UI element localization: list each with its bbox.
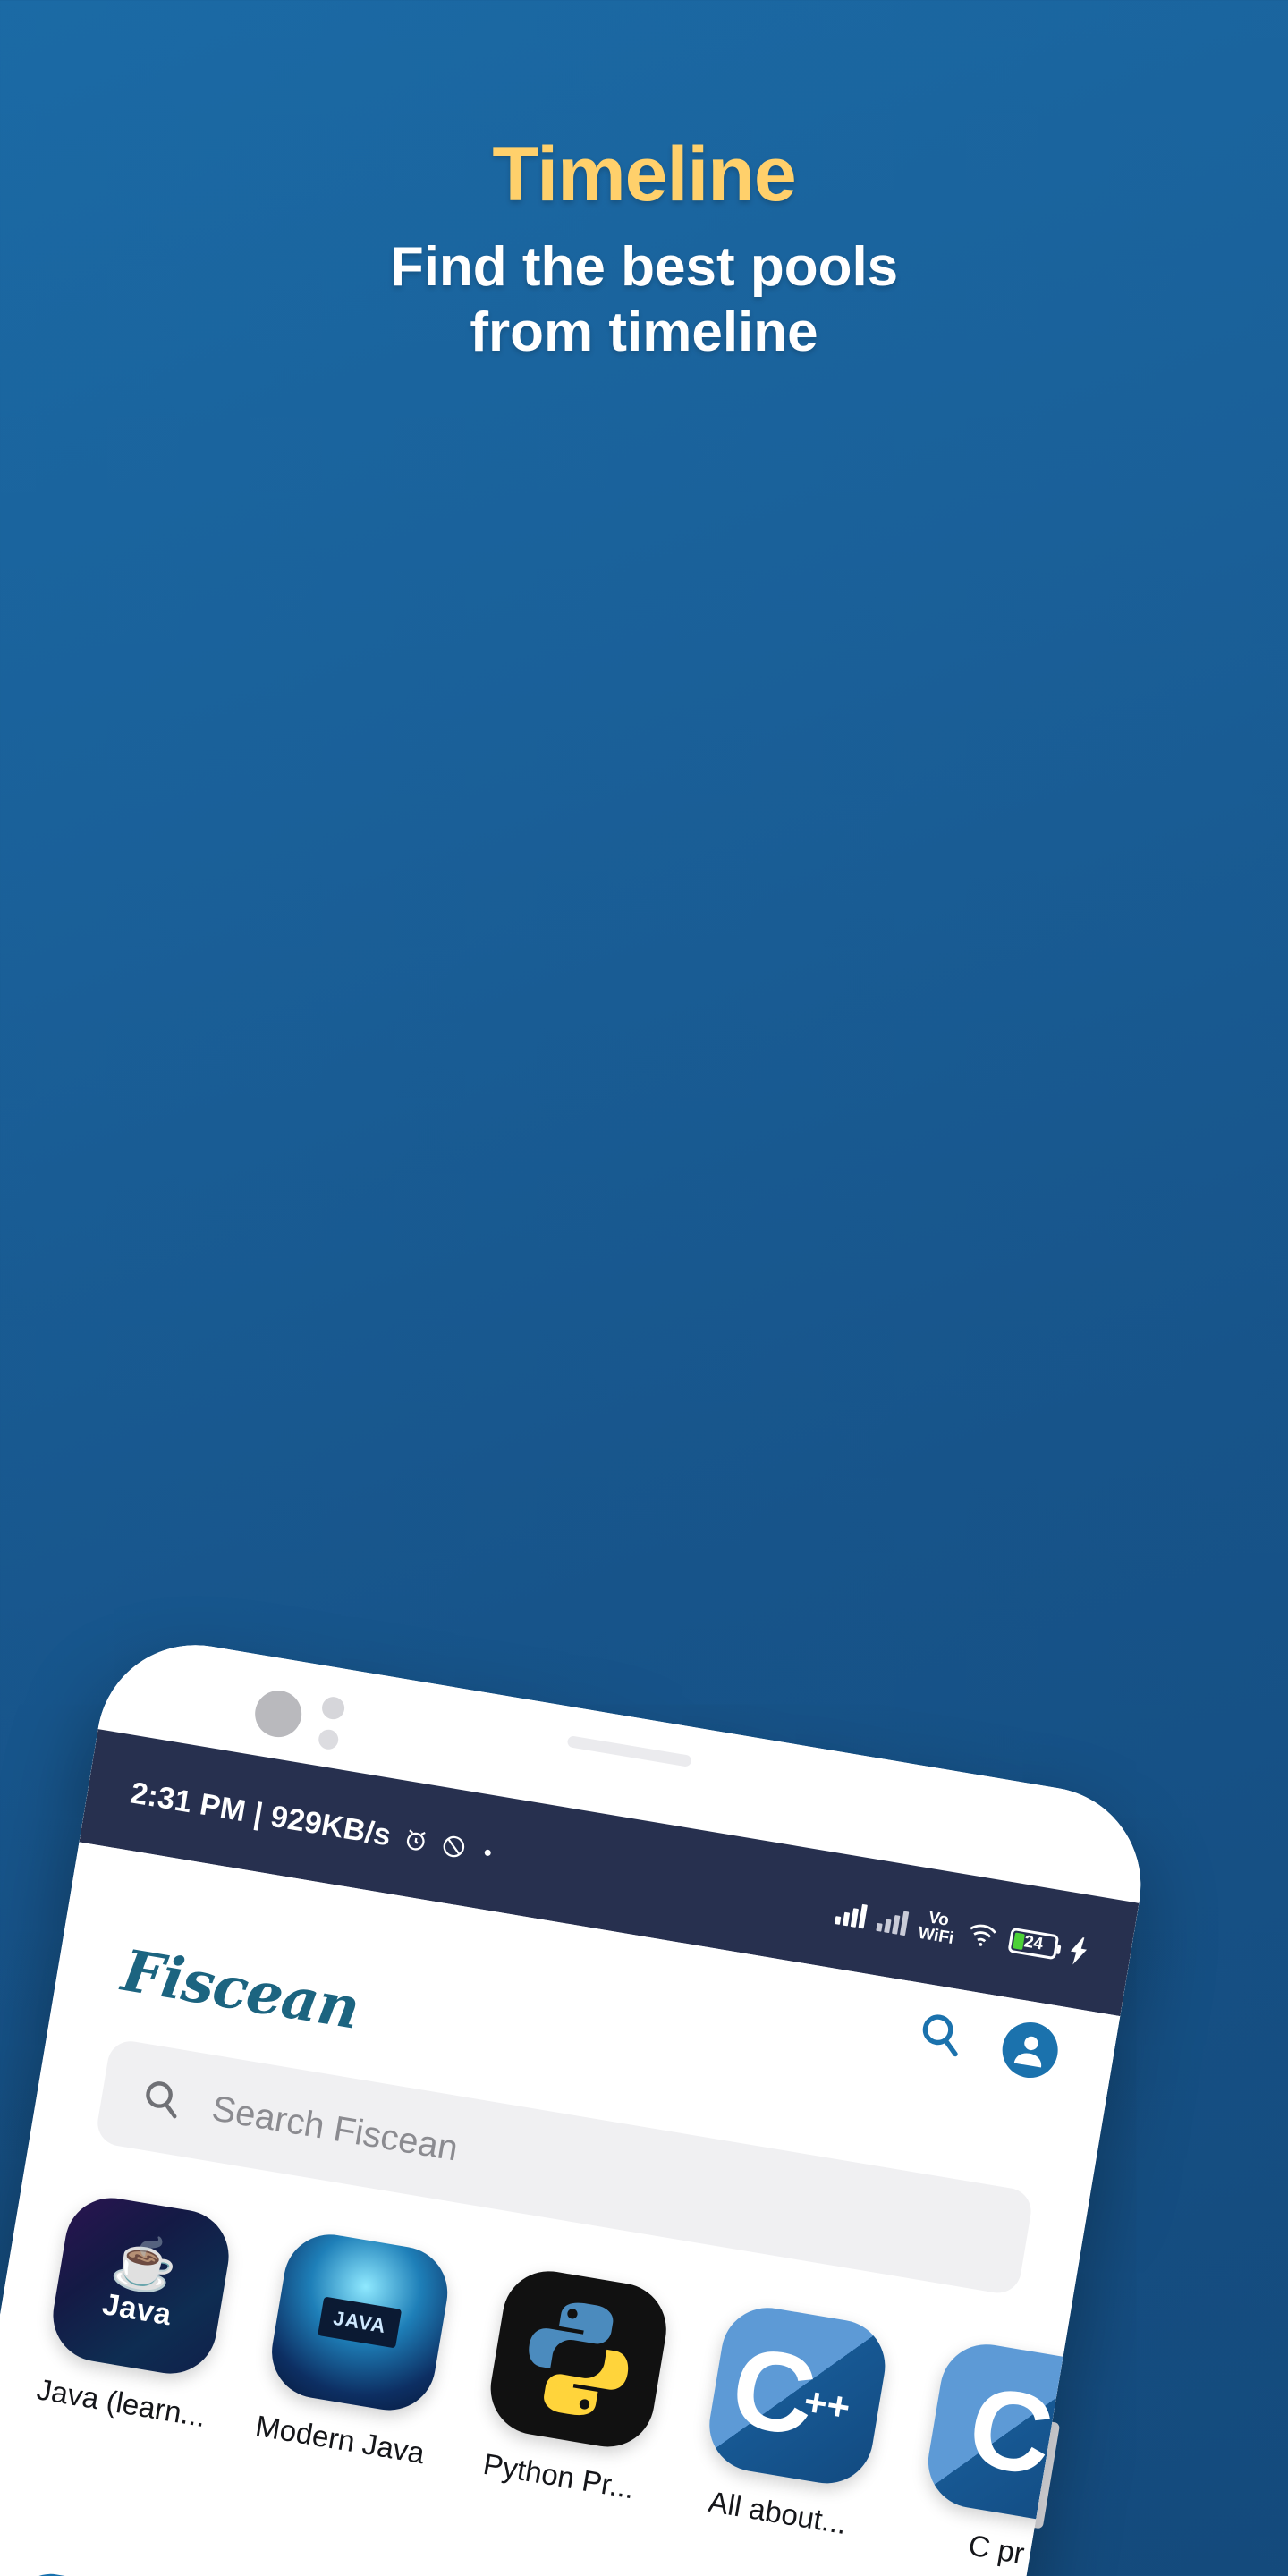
category-label: C pr <box>966 2528 1027 2571</box>
search-icon <box>136 2072 186 2126</box>
status-bar-left: 2:31 PM | 929KB/s <box>128 1775 493 1870</box>
do-not-disturb-icon <box>438 1831 470 1862</box>
signal-bars-icon <box>876 1904 910 1936</box>
search-icon[interactable] <box>912 2005 969 2065</box>
cplusplus-logo-icon: C ++ <box>702 2301 893 2491</box>
java-chip-glyph: JAVA <box>318 2296 402 2349</box>
java-logo-icon: ☕ Java <box>46 2190 236 2381</box>
battery-percent: 24 <box>1022 1932 1045 1954</box>
status-time: 2:31 PM | 929KB/s <box>128 1775 394 1852</box>
category-item-modern-java[interactable]: JAVA Modern Java <box>245 2226 464 2472</box>
status-bar-right: Vo WiFi 24 <box>834 1894 1091 1970</box>
category-label: Modern Java <box>253 2409 428 2470</box>
promo-subtitle-line1: Find the best pools <box>389 236 899 299</box>
promo-subtitle: Find the best pools from timeline <box>54 234 1234 365</box>
earpiece-speaker <box>566 1735 692 1767</box>
java-cup-glyph: ☕ <box>107 2230 182 2299</box>
battery-icon: 24 <box>1007 1927 1060 1961</box>
plus-plus-glyph: ++ <box>801 2379 853 2430</box>
java-circuit-icon: JAVA <box>265 2227 455 2418</box>
search-placeholder: Search Fiscean <box>208 2088 462 2169</box>
category-item-cpp[interactable]: C ++ All about... <box>683 2299 902 2545</box>
phone-body: 2:31 PM | 929KB/s Vo WiFi 24 Fiscean Sea… <box>0 1630 1156 2576</box>
phone-mockup: 2:31 PM | 929KB/s Vo WiFi 24 Fiscean Sea… <box>0 1630 1156 2576</box>
signal-bars-icon <box>834 1897 869 1929</box>
promo-header: Timeline Find the best pools from timeli… <box>0 134 1288 366</box>
alarm-icon <box>400 1825 431 1856</box>
front-camera-icon <box>251 1687 306 1741</box>
category-label: Java (learn... <box>34 2372 208 2434</box>
category-item-c[interactable]: C C pr <box>902 2335 1121 2576</box>
sensor-icon <box>317 1728 340 1751</box>
c-logo-icon: C <box>921 2337 1111 2528</box>
wifi-icon <box>965 1920 999 1950</box>
charging-bolt-icon <box>1067 1936 1091 1967</box>
category-label: All about... <box>706 2484 850 2541</box>
tab-popular[interactable]: Popular <box>7 2568 225 2576</box>
promo-title: Timeline <box>492 131 796 217</box>
vowifi-line2: WiFi <box>916 1923 955 1949</box>
account-circle-icon[interactable] <box>997 2018 1063 2082</box>
phone-screen: 2:31 PM | 929KB/s Vo WiFi 24 Fiscean Sea… <box>0 1630 1156 2576</box>
promo-subtitle-line2: from timeline <box>470 301 818 364</box>
category-label: Python Pr... <box>480 2446 638 2505</box>
category-item-python[interactable]: Python Pr... <box>464 2262 683 2508</box>
vowifi-label: Vo WiFi <box>916 1908 958 1949</box>
python-logo-icon <box>483 2264 674 2454</box>
feed-tabs[interactable]: Popular Recent Following <box>7 2568 691 2576</box>
notification-dot-icon <box>483 1848 491 1856</box>
category-item-java-learn[interactable]: ☕ Java Java (learn... <box>27 2190 246 2436</box>
sensor-icon <box>320 1695 346 1722</box>
